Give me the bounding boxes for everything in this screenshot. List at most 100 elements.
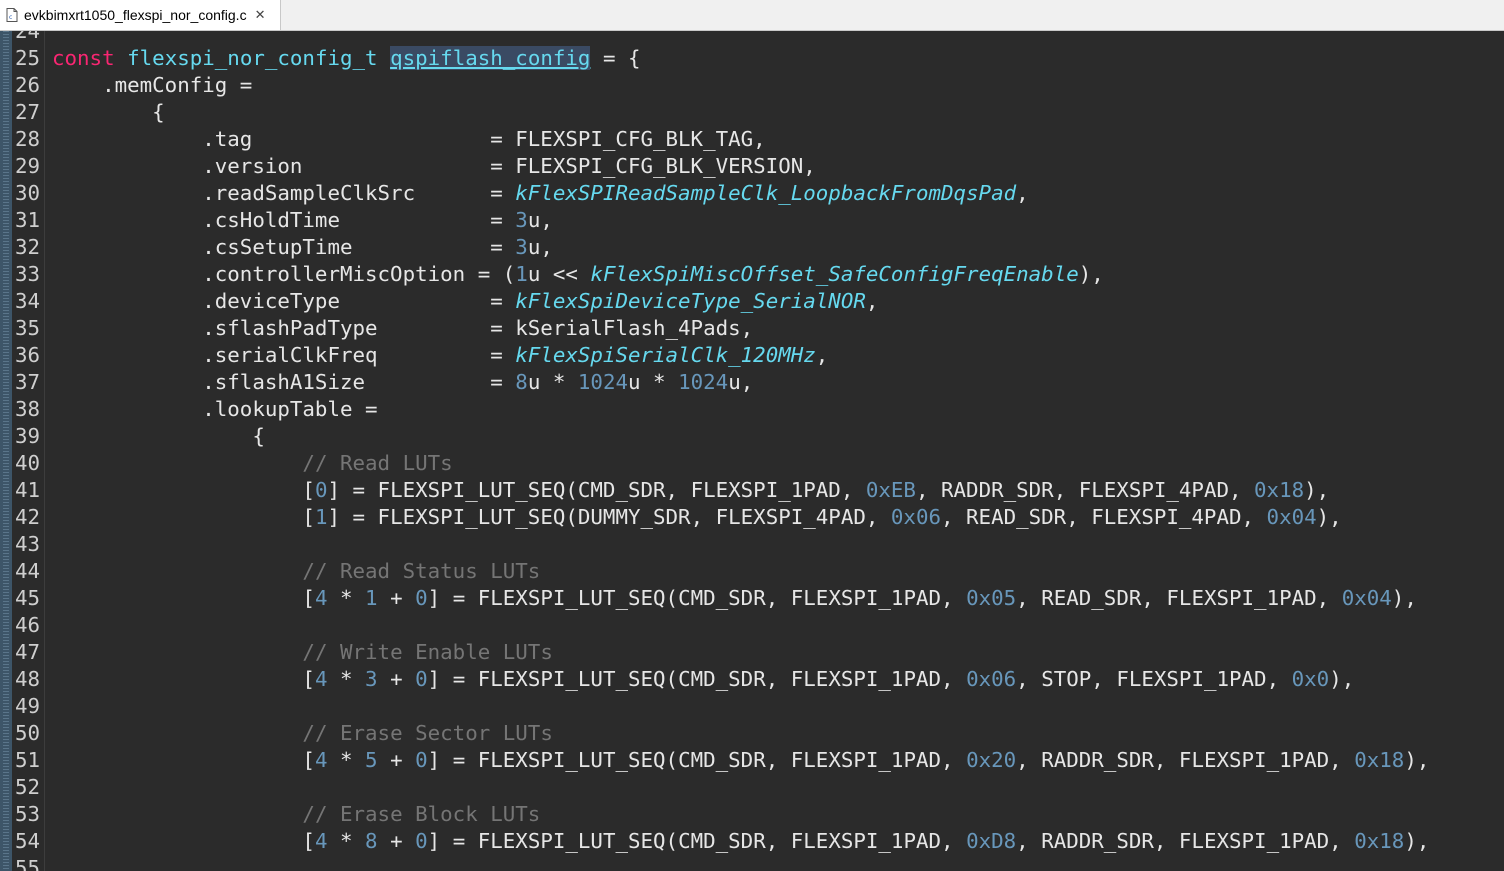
code-line[interactable]: 38 .lookupTable = <box>0 396 1504 423</box>
code-line[interactable]: 37 .sflashA1Size = 8u * 1024u * 1024u, <box>0 369 1504 396</box>
line-number: 41 <box>14 478 40 502</box>
number-token: 0 <box>415 829 428 853</box>
number-token: 1 <box>314 505 328 529</box>
code-text: , READ_SDR, FLEXSPI_1PAD, <box>1016 586 1342 610</box>
code-text: + <box>377 748 416 772</box>
code-text: , RADDR_SDR, FLEXSPI_1PAD, <box>1016 829 1355 853</box>
code-text: [ <box>52 505 315 529</box>
code-line[interactable]: 24 <box>0 31 1504 45</box>
code-line[interactable]: 43 <box>0 531 1504 558</box>
code-line[interactable]: 36 .serialClkFreq = kFlexSpiSerialClk_12… <box>0 342 1504 369</box>
code-line[interactable]: 25 const flexspi_nor_config_t qspiflash_c… <box>0 45 1504 72</box>
code-line[interactable]: 29 .version = FLEXSPI_CFG_BLK_VERSION, <box>0 153 1504 180</box>
code-content: .csSetupTime = 3u, <box>52 234 553 261</box>
code-text: .readSampleClkSrc = <box>52 181 516 205</box>
code-line[interactable]: 44 // Read Status LUTs <box>0 558 1504 585</box>
code-line[interactable]: 54 [4 * 8 + 0] = FLEXSPI_LUT_SEQ(CMD_SDR… <box>0 828 1504 855</box>
code-line[interactable]: 49 <box>0 693 1504 720</box>
code-line[interactable]: 53 // Erase Block LUTs <box>0 801 1504 828</box>
number-token: 0x04 <box>1341 586 1392 610</box>
code-line[interactable]: 47 // Write Enable LUTs <box>0 639 1504 666</box>
code-line[interactable]: 39 { <box>0 423 1504 450</box>
code-text: [ <box>52 478 315 502</box>
code-line[interactable]: 30 .readSampleClkSrc = kFlexSPIReadSampl… <box>0 180 1504 207</box>
line-number: 37 <box>14 370 40 394</box>
code-line[interactable]: 35 .sflashPadType = kSerialFlash_4Pads, <box>0 315 1504 342</box>
code-text: , RADDR_SDR, FLEXSPI_1PAD, <box>1016 748 1355 772</box>
code-content: // Write Enable LUTs <box>52 639 552 666</box>
code-content: [4 * 5 + 0] = FLEXSPI_LUT_SEQ(CMD_SDR, F… <box>52 747 1429 774</box>
code-text: ] = FLEXSPI_LUT_SEQ(CMD_SDR, FLEXSPI_1PA… <box>427 748 967 772</box>
code-line[interactable]: 51 [4 * 5 + 0] = FLEXSPI_LUT_SEQ(CMD_SDR… <box>0 747 1504 774</box>
code-line[interactable]: 55 <box>0 855 1504 871</box>
code-text: u * <box>527 370 578 394</box>
number-token: 0x18 <box>1254 478 1305 502</box>
code-line[interactable]: 52 <box>0 774 1504 801</box>
editor-tab-bar: c evkbimxrt1050_flexspi_nor_config.c ✕ <box>0 0 1504 31</box>
number-token: 0 <box>415 667 428 691</box>
enum-token: kFlexSpiMiscOffset_SafeConfigFreqEnable <box>590 262 1079 286</box>
number-token: 4 <box>314 667 328 691</box>
code-text: * <box>327 748 366 772</box>
code-line[interactable]: 41 [0] = FLEXSPI_LUT_SEQ(CMD_SDR, FLEXSP… <box>0 477 1504 504</box>
editor-tab-title: evkbimxrt1050_flexspi_nor_config.c <box>24 7 247 23</box>
code-line[interactable]: 34 .deviceType = kFlexSpiDeviceType_Seri… <box>0 288 1504 315</box>
code-text: * <box>327 586 366 610</box>
number-token: 0x06 <box>966 667 1017 691</box>
code-text: u * <box>628 370 679 394</box>
code-line[interactable]: 28 .tag = FLEXSPI_CFG_BLK_TAG, <box>0 126 1504 153</box>
code-content: .serialClkFreq = kFlexSpiSerialClk_120MH… <box>52 342 828 369</box>
code-text: , STOP, FLEXSPI_1PAD, <box>1016 667 1292 691</box>
keyword-token: const <box>52 46 115 70</box>
code-text: .memConfig = <box>52 73 253 97</box>
code-content: .version = FLEXSPI_CFG_BLK_VERSION, <box>52 153 816 180</box>
code-text: u, <box>728 370 754 394</box>
code-text: , RADDR_SDR, FLEXSPI_4PAD, <box>915 478 1255 502</box>
code-text: , <box>1016 181 1029 205</box>
line-number: 51 <box>14 748 40 772</box>
line-number: 33 <box>14 262 40 286</box>
line-number: 39 <box>14 424 40 448</box>
number-token: 0 <box>314 478 328 502</box>
code-line[interactable]: 27 { <box>0 99 1504 126</box>
code-content: .lookupTable = <box>52 396 377 423</box>
line-number: 36 <box>14 343 40 367</box>
code-text: ), <box>1404 829 1430 853</box>
number-token: 4 <box>314 829 328 853</box>
comment-token: // Erase Sector LUTs <box>302 721 553 745</box>
code-text: ] = FLEXSPI_LUT_SEQ(CMD_SDR, FLEXSPI_1PA… <box>427 667 967 691</box>
line-number: 52 <box>14 775 40 799</box>
code-text: ] = FLEXSPI_LUT_SEQ(DUMMY_SDR, FLEXSPI_4… <box>327 505 891 529</box>
code-line[interactable]: 31 .csHoldTime = 3u, <box>0 207 1504 234</box>
code-line[interactable]: 26 .memConfig = <box>0 72 1504 99</box>
number-token: 0 <box>415 748 428 772</box>
code-line[interactable]: 42 [1] = FLEXSPI_LUT_SEQ(DUMMY_SDR, FLEX… <box>0 504 1504 531</box>
code-line[interactable]: 33 .controllerMiscOption = (1u << kFlexS… <box>0 261 1504 288</box>
code-line[interactable]: 40 // Read LUTs <box>0 450 1504 477</box>
code-text: u, <box>527 235 553 259</box>
code-line[interactable]: 48 [4 * 3 + 0] = FLEXSPI_LUT_SEQ(CMD_SDR… <box>0 666 1504 693</box>
code-content: .controllerMiscOption = (1u << kFlexSpiM… <box>52 261 1104 288</box>
code-text: [ <box>52 586 315 610</box>
code-line[interactable]: 50 // Erase Sector LUTs <box>0 720 1504 747</box>
editor-tab[interactable]: c evkbimxrt1050_flexspi_nor_config.c ✕ <box>0 0 281 30</box>
number-token: 0x05 <box>966 586 1017 610</box>
code-text: .serialClkFreq = <box>52 343 516 367</box>
code-text: .csSetupTime = <box>52 235 516 259</box>
code-text: .deviceType = <box>52 289 516 313</box>
code-editor[interactable]: 24 25 const flexspi_nor_config_t qspiflash… <box>0 31 1504 871</box>
code-line[interactable]: 32 .csSetupTime = 3u, <box>0 234 1504 261</box>
line-number: 42 <box>14 505 40 529</box>
code-content: [0] = FLEXSPI_LUT_SEQ(CMD_SDR, FLEXSPI_1… <box>52 477 1329 504</box>
code-text: + <box>377 586 416 610</box>
close-icon[interactable]: ✕ <box>255 8 266 23</box>
line-number: 49 <box>14 694 40 718</box>
line-number: 44 <box>14 559 40 583</box>
code-line[interactable]: 45 [4 * 1 + 0] = FLEXSPI_LUT_SEQ(CMD_SDR… <box>0 585 1504 612</box>
code-content: [1] = FLEXSPI_LUT_SEQ(DUMMY_SDR, FLEXSPI… <box>52 504 1341 531</box>
code-line[interactable]: 46 <box>0 612 1504 639</box>
